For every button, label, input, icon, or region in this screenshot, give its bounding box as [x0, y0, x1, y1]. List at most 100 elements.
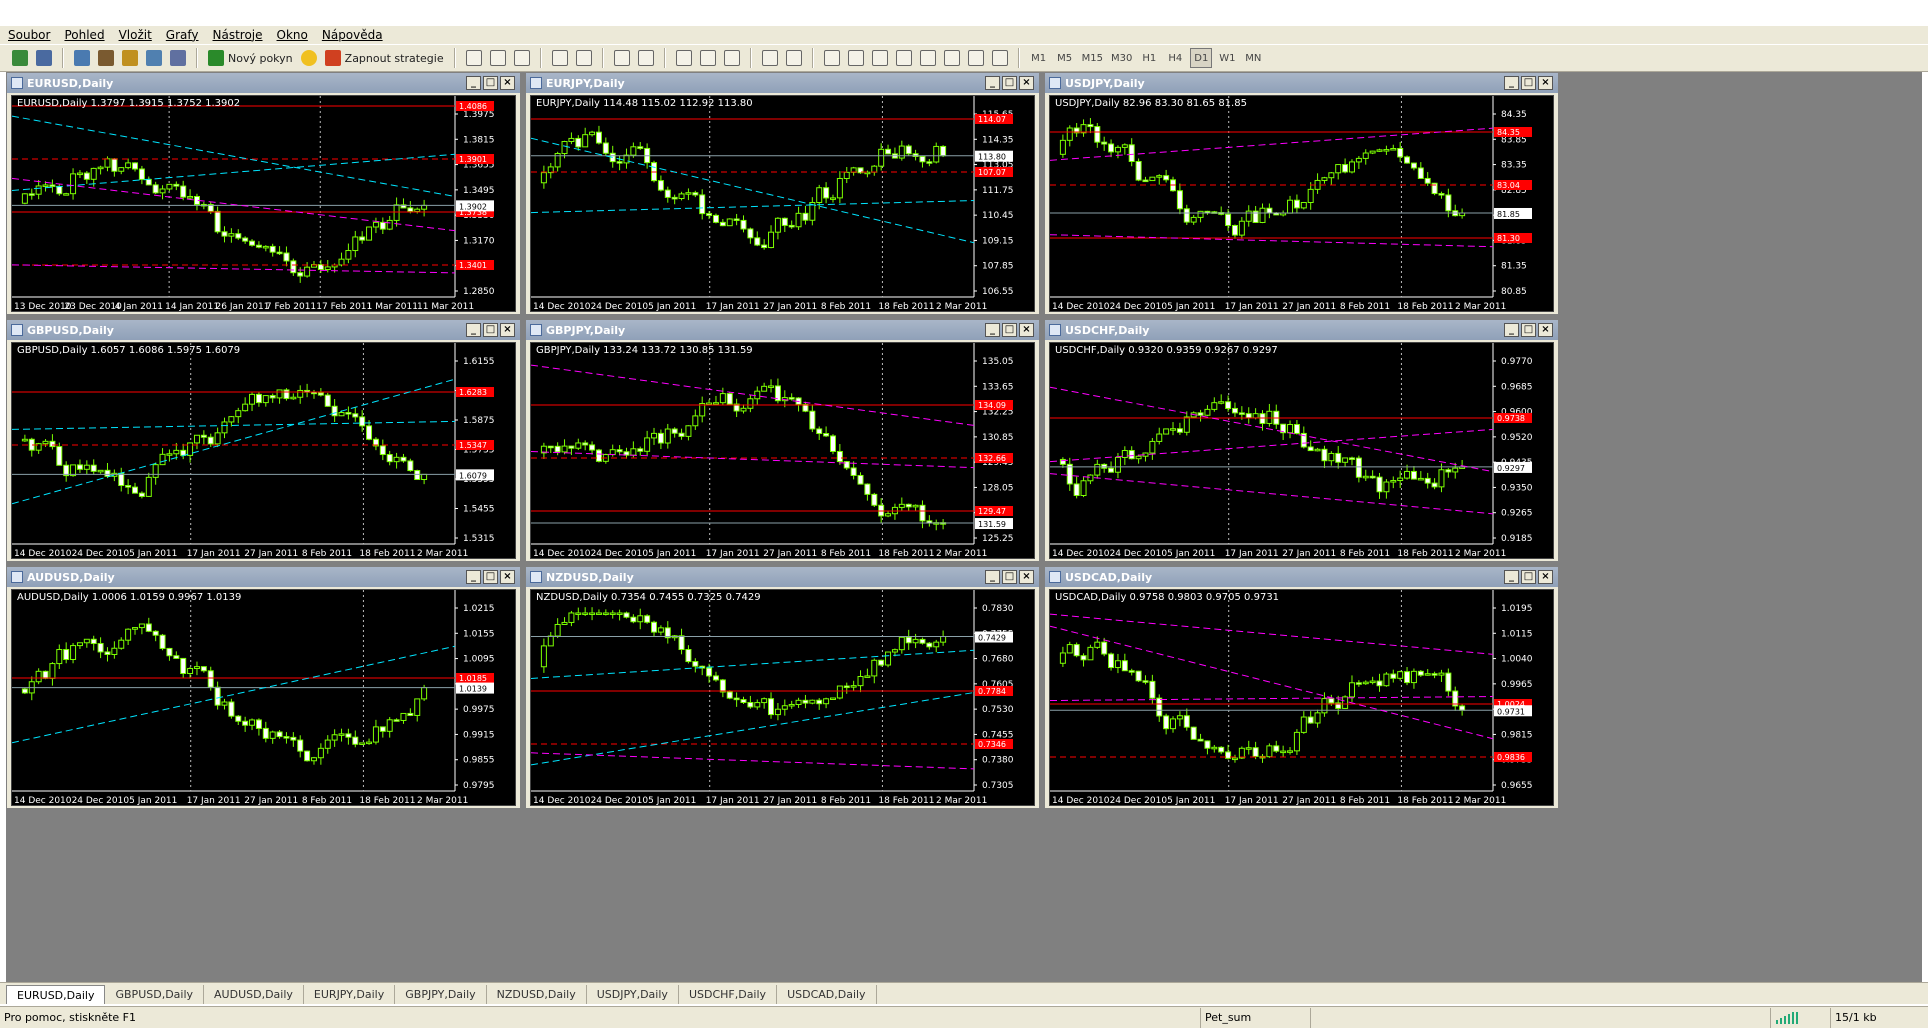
menu-item-2[interactable]: Vložit [119, 28, 152, 42]
arrows-button[interactable] [990, 48, 1010, 68]
horizontal-line-button[interactable] [846, 48, 866, 68]
timeframe-m15-button[interactable]: M15 [1080, 48, 1105, 68]
vertical-line-button[interactable] [822, 48, 842, 68]
chart-window[interactable]: USDCHF,Daily _ □ × 14 Dec 2010 24 Dec 2010 5 J… [1044, 319, 1559, 562]
window-close-button[interactable]: × [1019, 323, 1034, 337]
chart-tab[interactable]: EURJPY,Daily [304, 985, 396, 1004]
profiles-button[interactable] [34, 48, 54, 68]
window-maximize-button[interactable]: □ [483, 570, 498, 584]
price-chart[interactable]: 14 Dec 2010 24 Dec 2010 5 Jan 2011 17 Jan 2… [530, 589, 1035, 806]
menu-item-1[interactable]: Pohled [64, 28, 104, 42]
menu-item-5[interactable]: Okno [277, 28, 308, 42]
window-maximize-button[interactable]: □ [1521, 570, 1536, 584]
zoom-out-button[interactable] [574, 48, 594, 68]
chart-window-titlebar[interactable]: USDCHF,Daily _ □ × [1045, 320, 1558, 340]
chart-window-titlebar[interactable]: USDJPY,Daily _ □ × [1045, 73, 1558, 93]
text-button[interactable] [942, 48, 962, 68]
new-order-button[interactable]: Nový pokyn [206, 48, 295, 68]
chart-window[interactable]: USDCAD,Daily _ □ × 14 Dec 2010 24 Dec 2010 5 J… [1044, 566, 1559, 809]
templates-button[interactable] [722, 48, 742, 68]
window-minimize-button[interactable]: _ [466, 570, 481, 584]
window-maximize-button[interactable]: □ [1002, 76, 1017, 90]
price-chart[interactable]: 14 Dec 2010 24 Dec 2010 5 Jan 2011 17 Jan 2… [1049, 342, 1554, 559]
chart-window[interactable]: AUDUSD,Daily _ □ × 14 Dec 2010 24 Dec 2010 5 J… [6, 566, 521, 809]
navigator-button[interactable] [96, 48, 116, 68]
chart-window[interactable]: USDJPY,Daily _ □ × 14 Dec 2010 24 Dec 2010 5 J… [1044, 72, 1559, 315]
chart-window[interactable]: EURJPY,Daily _ □ × 14 Dec 2010 24 Dec 2010 5 J… [525, 72, 1040, 315]
alert-button[interactable] [299, 48, 319, 68]
indicators-button[interactable] [674, 48, 694, 68]
channel-button[interactable] [894, 48, 914, 68]
window-maximize-button[interactable]: □ [483, 323, 498, 337]
price-chart[interactable]: 14 Dec 2010 24 Dec 2010 5 Jan 2011 17 Jan 2… [530, 342, 1035, 559]
window-minimize-button[interactable]: _ [985, 323, 1000, 337]
chart-window-titlebar[interactable]: GBPJPY,Daily _ □ × [526, 320, 1039, 340]
bar-chart-button[interactable] [464, 48, 484, 68]
terminal-button[interactable] [144, 48, 164, 68]
menu-item-0[interactable]: Soubor [8, 28, 50, 42]
window-minimize-button[interactable]: _ [985, 76, 1000, 90]
window-minimize-button[interactable]: _ [1504, 323, 1519, 337]
window-minimize-button[interactable]: _ [985, 570, 1000, 584]
menu-item-4[interactable]: Nástroje [213, 28, 263, 42]
menu-item-3[interactable]: Grafy [166, 28, 199, 42]
chart-window-titlebar[interactable]: EURJPY,Daily _ □ × [526, 73, 1039, 93]
window-close-button[interactable]: × [1538, 76, 1553, 90]
window-close-button[interactable]: × [1019, 76, 1034, 90]
chart-tab[interactable]: EURUSD,Daily [6, 985, 106, 1004]
window-close-button[interactable]: × [1538, 323, 1553, 337]
chart-window[interactable]: NZDUSD,Daily _ □ × 14 Dec 2010 24 Dec 2010 5 J… [525, 566, 1040, 809]
crosshair-button[interactable] [784, 48, 804, 68]
window-close-button[interactable]: × [1538, 570, 1553, 584]
timeframe-m30-button[interactable]: M30 [1109, 48, 1134, 68]
candlestick-button[interactable] [488, 48, 508, 68]
window-close-button[interactable]: × [500, 323, 515, 337]
window-maximize-button[interactable]: □ [483, 76, 498, 90]
price-chart[interactable]: 14 Dec 2010 24 Dec 2010 5 Jan 2011 17 Jan 2… [11, 342, 516, 559]
trendline-button[interactable] [870, 48, 890, 68]
chart-window[interactable]: GBPJPY,Daily _ □ × 14 Dec 2010 24 Dec 2010 5 J… [525, 319, 1040, 562]
fibonacci-button[interactable] [918, 48, 938, 68]
chart-window-titlebar[interactable]: USDCAD,Daily _ □ × [1045, 567, 1558, 587]
window-minimize-button[interactable]: _ [1504, 570, 1519, 584]
price-chart[interactable]: 14 Dec 2010 24 Dec 2010 5 Jan 2011 17 Jan 2… [1049, 95, 1554, 312]
chart-tab[interactable]: GBPUSD,Daily [105, 985, 205, 1004]
chart-window-titlebar[interactable]: GBPUSD,Daily _ □ × [7, 320, 520, 340]
autoscroll-button[interactable] [612, 48, 632, 68]
chart-tab[interactable]: USDCHF,Daily [679, 985, 778, 1004]
strategies-button[interactable]: Zapnout strategie [323, 48, 446, 68]
timeframe-m5-button[interactable]: M5 [1054, 48, 1076, 68]
window-maximize-button[interactable]: □ [1521, 323, 1536, 337]
price-chart[interactable]: 14 Dec 2010 24 Dec 2010 5 Jan 2011 17 Jan 2… [11, 589, 516, 806]
timeframe-d1-button[interactable]: D1 [1190, 48, 1213, 68]
chart-window-titlebar[interactable]: EURUSD,Daily _ □ × [7, 73, 520, 93]
chart-shift-button[interactable] [636, 48, 656, 68]
timeframe-mn-button[interactable]: MN [1242, 48, 1264, 68]
label-button[interactable] [966, 48, 986, 68]
new-chart-button[interactable] [10, 48, 30, 68]
chart-tab[interactable]: AUDUSD,Daily [204, 985, 304, 1004]
menu-item-6[interactable]: Nápověda [322, 28, 383, 42]
chart-window-titlebar[interactable]: AUDUSD,Daily _ □ × [7, 567, 520, 587]
timeframe-h1-button[interactable]: H1 [1138, 48, 1160, 68]
market-watch-button[interactable] [72, 48, 92, 68]
window-minimize-button[interactable]: _ [466, 76, 481, 90]
price-chart[interactable]: 13 Dec 2010 23 Dec 2010 4 Jan 2011 14 Jan 2… [11, 95, 516, 312]
chart-window-titlebar[interactable]: NZDUSD,Daily _ □ × [526, 567, 1039, 587]
timeframe-h4-button[interactable]: H4 [1164, 48, 1186, 68]
chart-tab[interactable]: USDCAD,Daily [777, 985, 877, 1004]
window-maximize-button[interactable]: □ [1002, 570, 1017, 584]
zoom-in-button[interactable] [550, 48, 570, 68]
window-minimize-button[interactable]: _ [466, 323, 481, 337]
window-minimize-button[interactable]: _ [1504, 76, 1519, 90]
window-maximize-button[interactable]: □ [1002, 323, 1017, 337]
window-close-button[interactable]: × [1019, 570, 1034, 584]
price-chart[interactable]: 14 Dec 2010 24 Dec 2010 5 Jan 2011 17 Jan 2… [1049, 589, 1554, 806]
line-chart-button[interactable] [512, 48, 532, 68]
window-close-button[interactable]: × [500, 570, 515, 584]
chart-tab[interactable]: USDJPY,Daily [587, 985, 679, 1004]
chart-window[interactable]: GBPUSD,Daily _ □ × 14 Dec 2010 24 Dec 2010 5 J… [6, 319, 521, 562]
chart-tab[interactable]: NZDUSD,Daily [487, 985, 587, 1004]
periods-button[interactable] [698, 48, 718, 68]
price-chart[interactable]: 14 Dec 2010 24 Dec 2010 5 Jan 2011 17 Jan 2… [530, 95, 1035, 312]
